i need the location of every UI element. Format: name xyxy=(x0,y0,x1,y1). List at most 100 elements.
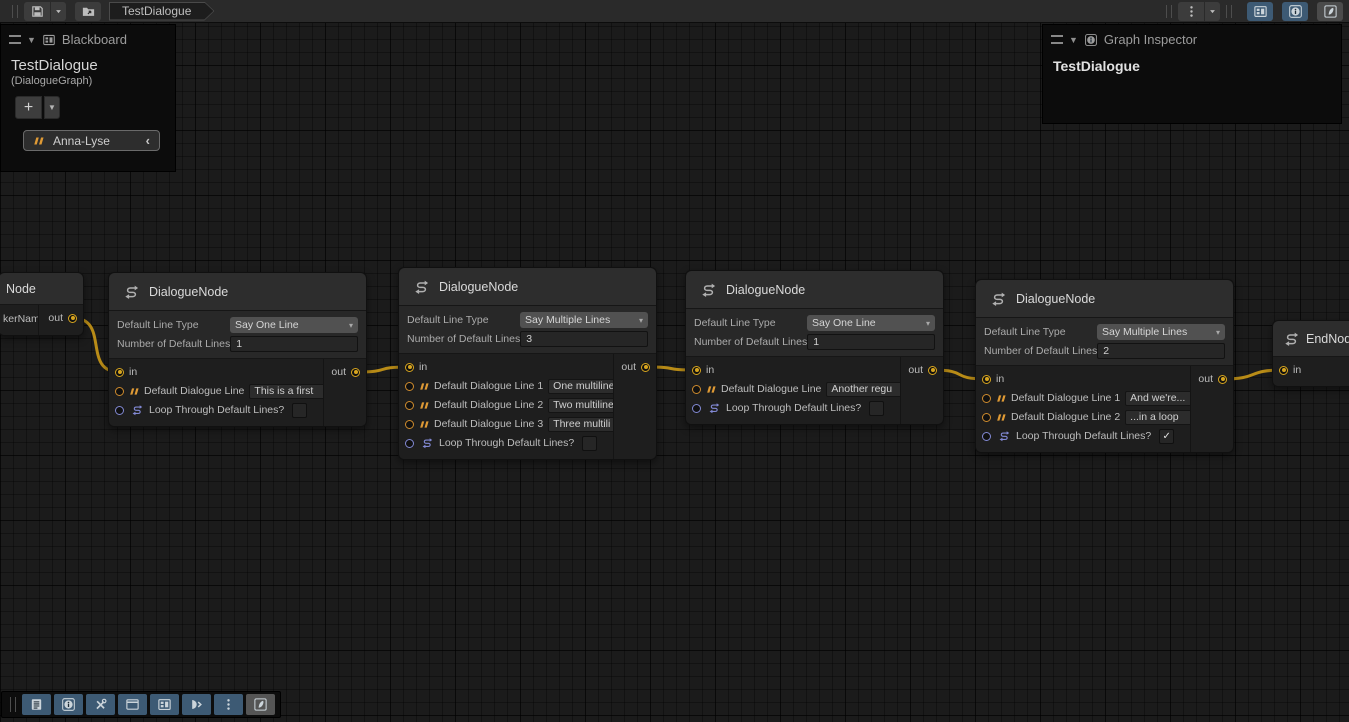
dialogue-line-field[interactable]: This is a first xyxy=(249,384,323,399)
dialogue-node-4[interactable]: DialogueNodeDefault Line TypeSay Multipl… xyxy=(975,279,1234,453)
in-port[interactable] xyxy=(115,368,124,377)
in-port[interactable] xyxy=(1279,366,1288,375)
graph-inspector-header[interactable]: ▼ Graph Inspector xyxy=(1043,25,1341,50)
drag-handle-icon[interactable] xyxy=(9,35,21,44)
node-title-bar[interactable]: EndNode xyxy=(1273,321,1349,357)
dialogue-line-field[interactable]: And we're... xyxy=(1125,391,1190,406)
blackboard-header[interactable]: ▼ Blackboard xyxy=(1,25,175,50)
number-of-lines-field[interactable]: 2 xyxy=(1097,343,1225,359)
toggle-console-button[interactable] xyxy=(22,694,51,715)
property-label: Number of Default Lines xyxy=(984,345,1097,357)
asset-breadcrumb-tab[interactable]: TestDialogue xyxy=(109,2,214,21)
toggle-window-button[interactable] xyxy=(118,694,147,715)
toolbar-drag-handle[interactable] xyxy=(12,5,18,18)
node-title-bar[interactable]: Node xyxy=(0,273,83,305)
add-variable-button[interactable]: + xyxy=(15,96,42,119)
drag-handle-icon[interactable] xyxy=(1051,35,1063,44)
graph-inspector-panel[interactable]: ▼ Graph Inspector TestDialogue xyxy=(1042,24,1342,124)
toggle-live-edit-button[interactable] xyxy=(1317,2,1343,21)
out-port[interactable] xyxy=(68,314,77,323)
in-port[interactable] xyxy=(405,363,414,372)
input-port[interactable] xyxy=(982,432,991,441)
port-label: out xyxy=(621,361,636,373)
toggle-blackboard-button[interactable] xyxy=(1247,2,1273,21)
input-port[interactable] xyxy=(405,401,414,410)
toggle-tools-button[interactable] xyxy=(86,694,115,715)
port-label: Default Dialogue Line xyxy=(144,385,244,397)
info-icon xyxy=(1084,33,1098,47)
toggle-graph-inspector-button[interactable] xyxy=(1282,2,1308,21)
out-port[interactable] xyxy=(641,363,650,372)
toolbar-drag-handle[interactable] xyxy=(1226,5,1232,18)
loop-checkbox[interactable] xyxy=(582,436,597,451)
toggle-inspector-button[interactable] xyxy=(54,694,83,715)
dialogue-line-field[interactable]: Three multili xyxy=(548,417,613,432)
node-title-bar[interactable]: DialogueNode xyxy=(399,268,656,306)
string-type-icon xyxy=(33,136,44,146)
toggle-blackboard-button[interactable] xyxy=(150,694,179,715)
out-port[interactable] xyxy=(351,368,360,377)
toggle-transition-button[interactable] xyxy=(182,694,211,715)
end-node[interactable]: EndNodein xyxy=(1272,320,1349,387)
collapse-arrow-icon[interactable]: ▼ xyxy=(27,35,36,45)
loop-checkbox[interactable]: ✓ xyxy=(1159,429,1174,444)
input-port[interactable] xyxy=(692,385,701,394)
open-asset-button[interactable] xyxy=(75,2,101,21)
dialogue-node-1[interactable]: DialogueNodeDefault Line TypeSay One Lin… xyxy=(108,272,367,427)
number-of-lines-field[interactable]: 1 xyxy=(230,336,358,352)
dialogue-line-field[interactable]: ...in a loop xyxy=(1125,410,1190,425)
input-port[interactable] xyxy=(405,439,414,448)
dropdown-value: Say Multiple Lines xyxy=(525,314,610,326)
loop-checkbox[interactable] xyxy=(292,403,307,418)
dialogue-node-3[interactable]: DialogueNodeDefault Line TypeSay One Lin… xyxy=(685,270,944,425)
in-port[interactable] xyxy=(692,366,701,375)
line-type-dropdown[interactable]: Say One Line▾ xyxy=(230,317,358,333)
out-port[interactable] xyxy=(1218,375,1227,384)
input-port[interactable] xyxy=(405,382,414,391)
blackboard-variable-row[interactable]: Anna-Lyse ‹ xyxy=(23,130,160,151)
dialogue-line-field[interactable]: Another regu xyxy=(826,382,900,397)
input-port[interactable] xyxy=(115,406,124,415)
blackboard-panel[interactable]: ▼ Blackboard TestDialogue (DialogueGraph… xyxy=(0,24,176,172)
out-port[interactable] xyxy=(928,366,937,375)
toolbar-drag-handle[interactable] xyxy=(10,697,16,712)
node-title-bar[interactable]: DialogueNode xyxy=(109,273,366,311)
scurve-icon xyxy=(988,291,1007,307)
info-icon xyxy=(1084,33,1098,47)
port-label: Default Dialogue Line 2 xyxy=(1011,411,1120,423)
input-port[interactable] xyxy=(982,394,991,403)
dialogue-line-field[interactable]: Two multiline xyxy=(548,398,613,413)
chevron-left-icon[interactable]: ‹ xyxy=(146,133,150,148)
number-of-lines-field[interactable]: 3 xyxy=(520,331,648,347)
input-port[interactable] xyxy=(692,404,701,413)
toolbar-drag-handle[interactable] xyxy=(1166,5,1172,18)
panel-title: Blackboard xyxy=(62,32,127,47)
line-type-dropdown[interactable]: Say Multiple Lines▾ xyxy=(520,312,648,328)
input-port[interactable] xyxy=(405,420,414,429)
scurve-icon xyxy=(706,402,721,414)
scurve-icon xyxy=(698,282,717,298)
port-label: Loop Through Default Lines? xyxy=(1016,430,1151,442)
node-title-bar[interactable]: DialogueNode xyxy=(686,271,943,309)
overflow-menu-group xyxy=(1178,2,1220,21)
input-port[interactable] xyxy=(115,387,124,396)
save-button[interactable] xyxy=(24,2,50,21)
dialogue-node-2[interactable]: DialogueNodeDefault Line TypeSay Multipl… xyxy=(398,267,657,460)
node-title-bar[interactable]: DialogueNode xyxy=(976,280,1233,318)
add-variable-dropdown-button[interactable]: ▼ xyxy=(44,96,60,119)
overflow-caret-button[interactable] xyxy=(1205,2,1220,21)
speaker-node[interactable]: NodekerNameout xyxy=(0,272,84,336)
save-options-button[interactable] xyxy=(51,2,66,21)
line-type-dropdown[interactable]: Say Multiple Lines▾ xyxy=(1097,324,1225,340)
info-icon xyxy=(1288,4,1303,19)
dialogue-line-field[interactable]: One multiline xyxy=(548,379,613,394)
input-port[interactable] xyxy=(982,413,991,422)
overflow-menu-button[interactable] xyxy=(214,694,243,715)
collapse-arrow-icon[interactable]: ▼ xyxy=(1069,35,1078,45)
toggle-live-edit-button[interactable] xyxy=(246,694,275,715)
overflow-menu-button[interactable] xyxy=(1178,2,1204,21)
loop-checkbox[interactable] xyxy=(869,401,884,416)
in-port[interactable] xyxy=(982,375,991,384)
line-type-dropdown[interactable]: Say One Line▾ xyxy=(807,315,935,331)
number-of-lines-field[interactable]: 1 xyxy=(807,334,935,350)
